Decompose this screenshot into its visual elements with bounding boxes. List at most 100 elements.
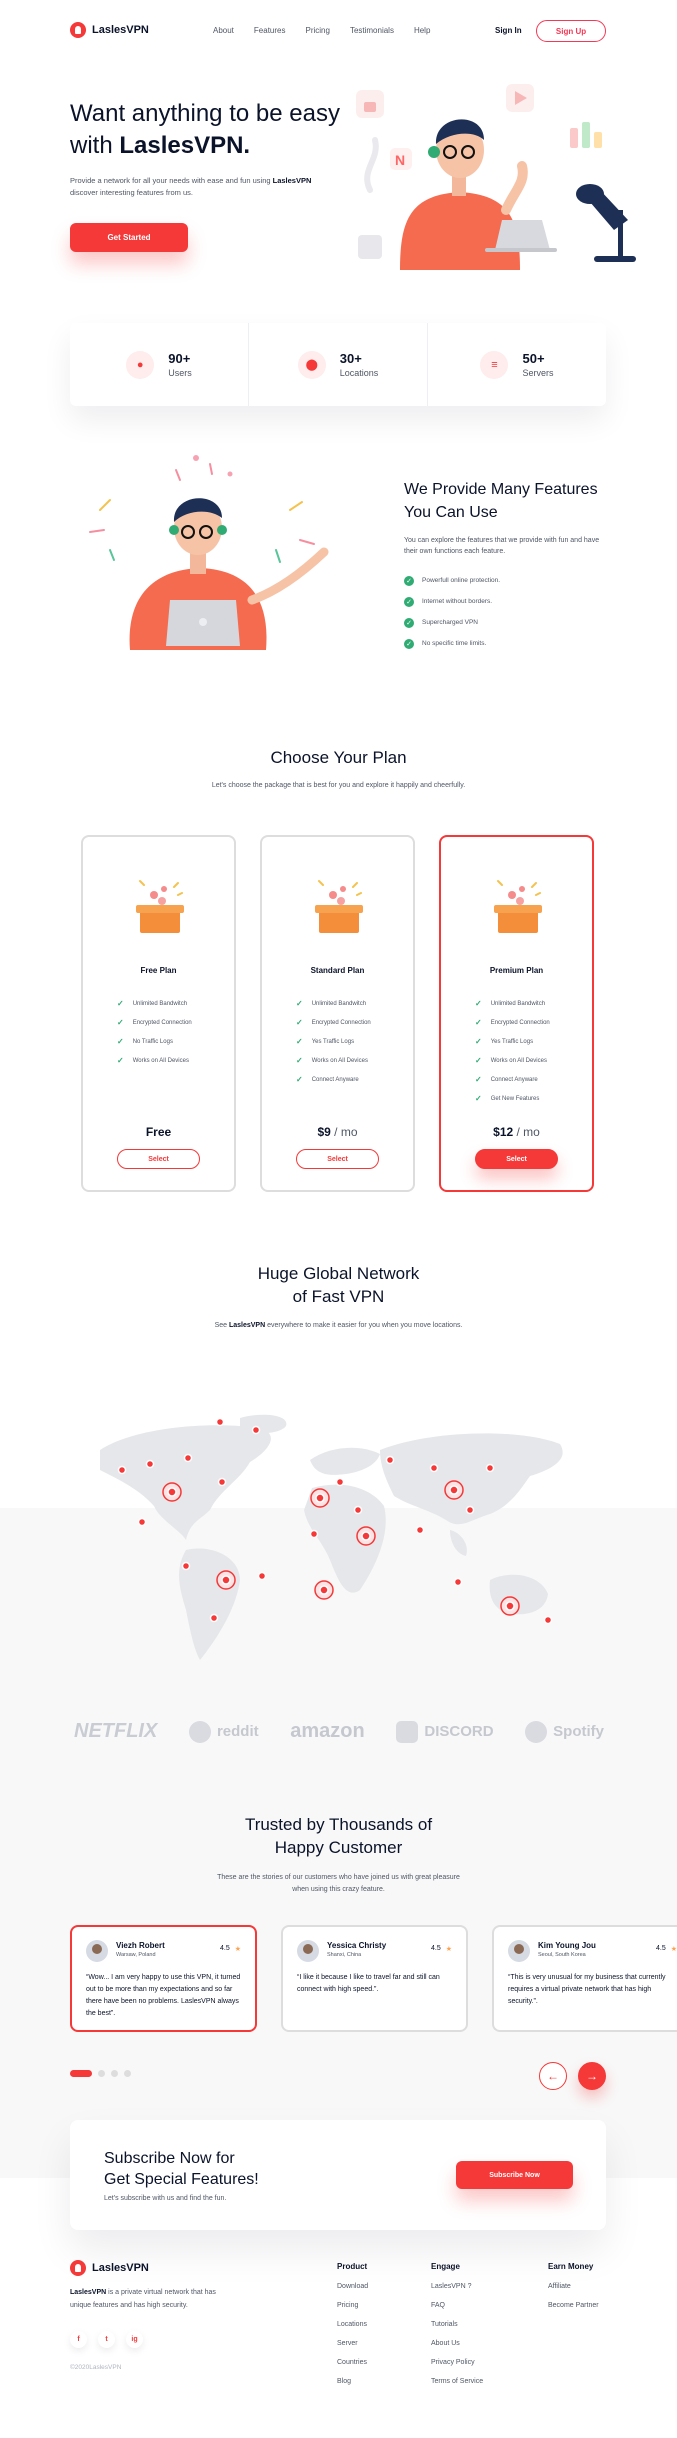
brand-logos: NETFLIX reddit amazon DISCORD Spotify	[74, 1720, 604, 1743]
arrow-left-icon: ←	[547, 2069, 559, 2083]
discord-logo: DISCORD	[396, 1720, 494, 1743]
footer-link[interactable]: Download	[337, 2283, 368, 2302]
plan-feature-label: Yes Traffic Logs	[490, 1038, 534, 1045]
carousel-prev-button[interactable]: ←	[539, 2062, 567, 2090]
footer-link[interactable]: Terms of Service	[431, 2378, 483, 2397]
plan-feature-label: Encrypted Connection	[490, 1019, 550, 1026]
plans-subtitle: Let's choose the package that is best fo…	[211, 782, 466, 789]
map-pin	[543, 1615, 553, 1625]
map-pin	[117, 1465, 127, 1475]
map-pin	[361, 1531, 371, 1541]
plan-feature-label: Connect Anyware	[311, 1076, 359, 1083]
spotify-icon	[525, 1720, 548, 1743]
footer-logo[interactable]: LaslesVPN	[70, 2260, 149, 2276]
select-plan-button[interactable]: Select	[117, 1149, 200, 1169]
testimonial-card: Kim Young Jou Seoul, South Korea 4.5 ★ “T…	[492, 1925, 677, 2032]
carousel-dot[interactable]	[98, 2070, 105, 2077]
footer-link[interactable]: Tutorials	[431, 2321, 483, 2340]
feature-item: ✓ Supercharged VPN	[404, 612, 500, 633]
sign-in-link[interactable]: Sign In	[495, 26, 522, 35]
gift-box-icon	[494, 880, 542, 933]
check-icon: ✓	[475, 1018, 482, 1027]
plan-name: Premium Plan	[489, 966, 544, 975]
discord-icon	[396, 1720, 419, 1743]
nav-link-pricing[interactable]: Pricing	[305, 26, 329, 35]
map-pin	[415, 1525, 425, 1535]
plan-features: ✓ Unlimited Bandwitch ✓ Encrypted Connecti…	[475, 994, 550, 1108]
footer-link[interactable]: Pricing	[337, 2302, 368, 2321]
footer-link[interactable]: Affiliate	[548, 2283, 599, 2302]
plan-feature: ✓ Unlimited Bandwitch	[296, 994, 371, 1013]
plan-feature-label: Connect Anyware	[490, 1076, 538, 1083]
select-plan-button[interactable]: Select	[296, 1149, 379, 1169]
stat-label: Servers	[522, 368, 554, 378]
plan-feature: ✓ No Traffic Logs	[117, 1032, 192, 1051]
plan-feature: ✓ Works on All Devices	[296, 1051, 371, 1070]
check-icon: ✓	[404, 596, 414, 607]
instagram-icon[interactable]: ig	[126, 2331, 143, 2348]
map-pin	[181, 1561, 191, 1571]
plan-feature: ✓ Encrypted Connection	[117, 1013, 192, 1032]
social-links: f t ig	[70, 2331, 143, 2348]
check-icon: ✓	[296, 1075, 303, 1084]
plans-title: Choose Your Plan	[270, 748, 407, 767]
reddit-icon	[188, 1720, 211, 1743]
carousel-dot[interactable]	[124, 2070, 131, 2077]
plan-feature: ✓ Yes Traffic Logs	[475, 1032, 550, 1051]
carousel-dot[interactable]	[111, 2070, 118, 2077]
rating: 4.5 ★	[219, 1945, 241, 1953]
footer-link[interactable]: Server	[337, 2340, 368, 2359]
check-icon: ✓	[404, 638, 414, 649]
nav-link-features[interactable]: Features	[254, 26, 286, 35]
reddit-logo: reddit	[188, 1720, 259, 1743]
plan-card-free: Free Plan ✓ Unlimited Bandwitch ✓ Encrypte…	[81, 835, 236, 1192]
nav-link-about[interactable]: About	[213, 26, 234, 35]
svg-text:N: N	[395, 152, 405, 168]
map-pin	[319, 1585, 329, 1595]
plan-feature: ✓ Unlimited Bandwitch	[117, 994, 192, 1013]
subscribe-button[interactable]: Subscribe Now	[456, 2161, 573, 2189]
star-icon: ★	[670, 1946, 677, 1953]
map-pin	[505, 1601, 515, 1611]
facebook-icon[interactable]: f	[70, 2331, 87, 2348]
nav-link-testimonials[interactable]: Testimonials	[350, 26, 394, 35]
footer-link[interactable]: Locations	[337, 2321, 368, 2340]
twitter-icon[interactable]: t	[98, 2331, 115, 2348]
plan-name: Free Plan	[140, 966, 177, 975]
footer-link[interactable]: Privacy Policy	[431, 2359, 483, 2378]
footer-link[interactable]: LaslesVPN ?	[431, 2283, 483, 2302]
select-plan-button[interactable]: Select	[475, 1149, 558, 1169]
map-pin	[315, 1493, 325, 1503]
footer-col-title: Product	[337, 2262, 368, 2271]
plan-price: $9 / mo	[317, 1125, 358, 1139]
feature-item: ✓ Powerfull online protection.	[404, 570, 500, 591]
map-pin	[167, 1487, 177, 1497]
nav-link-help[interactable]: Help	[414, 26, 430, 35]
sign-up-button[interactable]: Sign Up	[536, 20, 606, 42]
map-pin	[485, 1463, 495, 1473]
footer-link[interactable]: About Us	[431, 2340, 483, 2359]
plan-feature-label: Encrypted Connection	[311, 1019, 371, 1026]
brand-logo[interactable]: LaslesVPN	[70, 22, 149, 38]
testimonial-text: “I like it because I like to travel far …	[297, 1974, 440, 1993]
footer-link[interactable]: Countries	[337, 2359, 368, 2378]
feature-item: ✓ Internet without borders.	[404, 591, 500, 612]
map-pin	[465, 1505, 475, 1515]
check-icon: ✓	[475, 1075, 482, 1084]
check-icon: ✓	[296, 999, 303, 1008]
footer-link[interactable]: Blog	[337, 2378, 368, 2397]
check-icon: ✓	[117, 1018, 124, 1027]
footer-link[interactable]: FAQ	[431, 2302, 483, 2321]
hero-description: Provide a network for all your needs wit…	[70, 176, 312, 197]
get-started-button[interactable]: Get Started	[70, 223, 188, 252]
plan-feature: ✓ Yes Traffic Logs	[296, 1032, 371, 1051]
footer-link[interactable]: Become Partner	[548, 2302, 599, 2321]
carousel-next-button[interactable]: →	[578, 2062, 606, 2090]
plan-feature-label: Unlimited Bandwitch	[311, 1000, 367, 1007]
footer-description: LaslesVPN is a private virtual network t…	[70, 2289, 216, 2309]
stat-locations: ⬤ 30+ Locations	[248, 323, 427, 406]
plan-feature-label: Unlimited Bandwitch	[132, 1000, 188, 1007]
avatar	[86, 1940, 108, 1962]
carousel-dot[interactable]	[70, 2070, 92, 2077]
map-pin	[429, 1463, 439, 1473]
